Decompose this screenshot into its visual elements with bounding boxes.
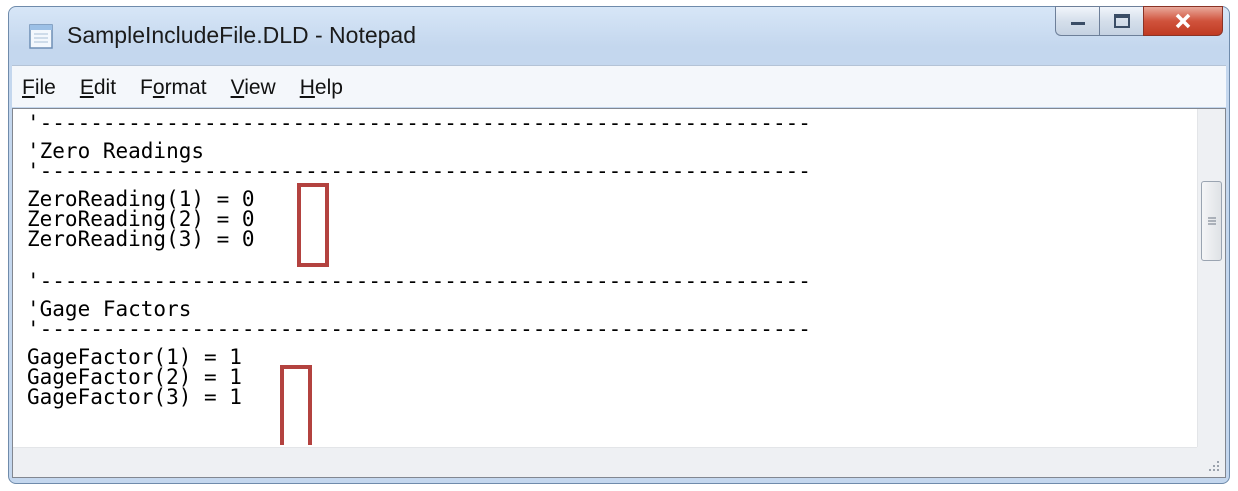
horizontal-scrollbar[interactable] (13, 447, 1197, 477)
menu-file-label: ile (34, 75, 56, 99)
zero-reading-line-3: ZeroReading(3) = 0 (27, 227, 255, 251)
menu-format[interactable]: Format (140, 74, 207, 100)
menu-file-accel: F (22, 75, 35, 99)
grip-icon (1207, 217, 1216, 225)
gage-values-highlight-box (280, 365, 312, 445)
menu-format-accel: o (152, 75, 165, 99)
notepad-window: SampleIncludeFile.DLD - Notepad File Edi… (8, 6, 1230, 484)
vertical-scrollbar[interactable] (1197, 109, 1225, 448)
menu-bar: File Edit Format View Help (12, 65, 1226, 107)
editor-content[interactable]: '---------------------------------------… (27, 113, 1197, 445)
resize-grip-icon (1209, 461, 1219, 471)
gage-factor-line-2: GageFactor(2) = 1 (27, 365, 242, 389)
separator-line: '---------------------------------------… (27, 269, 811, 293)
menu-file[interactable]: File (22, 74, 56, 100)
close-button[interactable] (1143, 6, 1223, 36)
menu-edit-label: dit (93, 75, 117, 99)
separator-line: '---------------------------------------… (27, 317, 811, 341)
menu-help[interactable]: Help (300, 74, 343, 100)
maximize-icon (1113, 14, 1130, 28)
menu-help-label: elp (314, 75, 343, 99)
separator-line: '---------------------------------------… (27, 159, 811, 183)
minimize-button[interactable] (1055, 6, 1099, 36)
menu-format-prefix: F (140, 75, 153, 99)
menu-help-accel: H (299, 75, 315, 99)
resize-grip[interactable] (1197, 447, 1225, 477)
gage-factor-line-1: GageFactor(1) = 1 (27, 345, 242, 369)
title-bar[interactable]: SampleIncludeFile.DLD - Notepad (9, 6, 1229, 63)
window-title: SampleIncludeFile.DLD - Notepad (67, 22, 417, 48)
vertical-scroll-thumb[interactable] (1201, 181, 1222, 261)
zero-reading-line-1: ZeroReading(1) = 0 (27, 187, 255, 211)
menu-edit[interactable]: Edit (80, 74, 116, 100)
zero-values-highlight-box (297, 183, 329, 267)
menu-view-accel: V (230, 75, 245, 99)
menu-format-label: rmat (164, 75, 207, 99)
menu-view-label: iew (244, 75, 276, 99)
gage-factors-header: 'Gage Factors (27, 297, 192, 321)
zero-readings-header: 'Zero Readings (27, 139, 205, 163)
maximize-button[interactable] (1099, 6, 1143, 36)
text-editor[interactable]: '---------------------------------------… (12, 108, 1226, 478)
window-controls (1055, 6, 1223, 36)
close-icon (1175, 13, 1191, 29)
menu-edit-accel: E (79, 75, 94, 99)
minimize-icon (1070, 22, 1085, 25)
separator-line: '---------------------------------------… (27, 113, 811, 135)
notepad-icon (29, 24, 53, 49)
menu-view[interactable]: View (231, 74, 276, 100)
zero-reading-line-2: ZeroReading(2) = 0 (27, 207, 255, 231)
gage-factor-line-3: GageFactor(3) = 1 (27, 385, 242, 409)
